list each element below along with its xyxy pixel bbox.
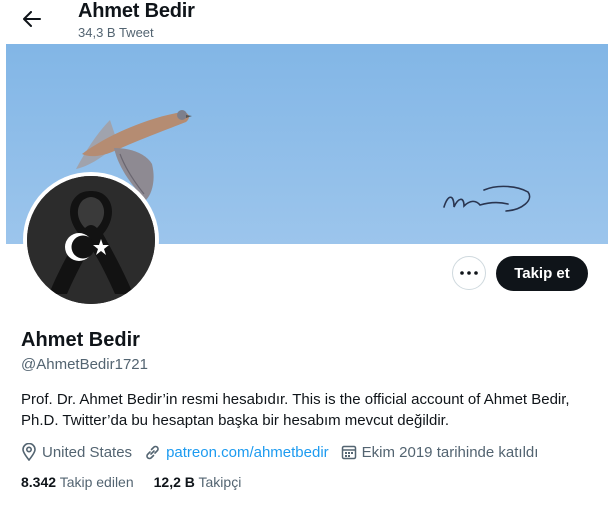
profile-stats: 8.342 Takip edilen 12,2 B Takipçi — [21, 474, 261, 490]
profile-meta: United States patreon.com/ahmetbedir Eki… — [21, 443, 550, 461]
follow-button[interactable]: Takip et — [496, 256, 588, 291]
profile-bio: Prof. Dr. Ahmet Bedir’in resmi hesabıdır… — [21, 391, 570, 429]
following-label: Takip edilen — [59, 474, 134, 490]
avatar-image — [27, 176, 155, 304]
following-link[interactable]: 8.342 Takip edilen — [21, 474, 134, 490]
followers-count: 12,2 B — [153, 474, 195, 490]
more-dots-icon — [460, 271, 478, 275]
profile-header: Ahmet Bedir 34,3 B Tweet — [0, 0, 608, 44]
location-pin-icon — [22, 443, 36, 461]
link-icon — [146, 445, 159, 459]
location-item: United States — [21, 443, 132, 461]
location-text: United States — [42, 443, 133, 461]
following-count: 8.342 — [21, 474, 57, 490]
website-link[interactable]: patreon.com/ahmetbedir — [166, 444, 329, 461]
avatar[interactable] — [23, 172, 159, 308]
joined-text: Ekim 2019 tarihinde katıldı — [361, 443, 539, 461]
profile-name: Ahmet Bedir — [21, 329, 140, 351]
followers-link[interactable]: 12,2 B Takipçi — [154, 474, 242, 490]
black-ribbon-icon — [27, 176, 155, 304]
profile-handle: @AhmetBedir1721 — [21, 356, 148, 373]
website-item[interactable]: patreon.com/ahmetbedir — [144, 444, 329, 461]
joined-item: Ekim 2019 tarihinde katıldı — [341, 443, 539, 461]
followers-label: Takipçi — [198, 474, 242, 490]
back-button[interactable] — [14, 6, 50, 32]
tweet-count: 34,3 B Tweet — [78, 25, 154, 40]
arrow-left-icon — [23, 11, 41, 27]
more-options-button[interactable] — [452, 256, 486, 290]
header-title: Ahmet Bedir — [78, 0, 195, 22]
calendar-icon — [341, 445, 356, 460]
